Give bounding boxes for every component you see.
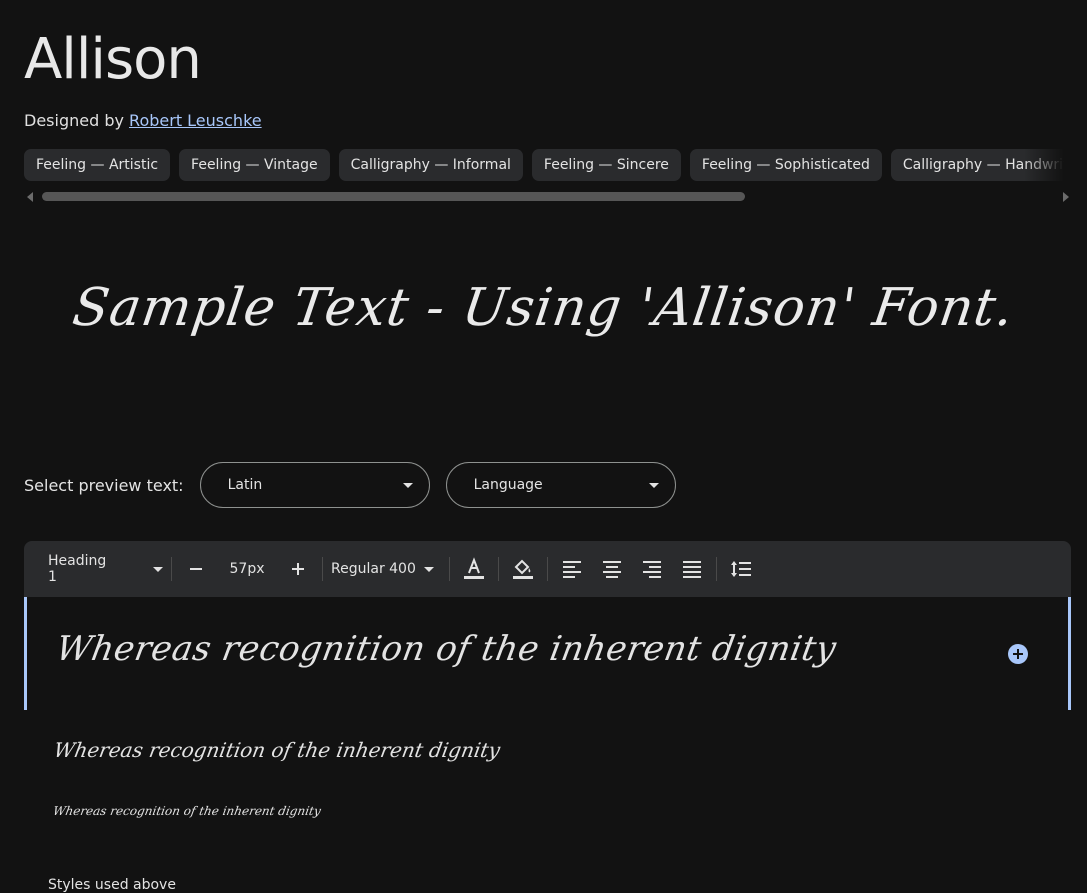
chevron-down-icon [648, 483, 659, 488]
chevron-down-icon [153, 566, 163, 572]
preview-line-medium-text[interactable]: Whereas recognition of the inherent dign… [52, 738, 502, 762]
script-select[interactable]: Latin [199, 462, 430, 508]
language-select-value: Language [473, 477, 543, 493]
align-justify-icon [683, 561, 701, 578]
tag-chip[interactable]: Feeling — Sophisticated [689, 149, 882, 181]
preview-line-small-text[interactable]: Whereas recognition of the inherent dign… [52, 804, 322, 818]
tag-chip[interactable]: Calligraphy — Informal [338, 149, 523, 181]
toolbar-divider [322, 557, 323, 581]
styles-used-heading: Styles used above [48, 877, 176, 893]
align-left-icon [563, 561, 581, 578]
align-right-icon [643, 561, 661, 578]
line-height-button[interactable] [725, 553, 757, 585]
plus-icon [1013, 649, 1023, 659]
chevron-down-icon [402, 483, 413, 488]
toolbar-divider [498, 557, 499, 581]
preview-editor: Whereas recognition of the inherent dign… [24, 597, 1071, 852]
font-size-value[interactable]: 57px [212, 561, 282, 577]
scroll-right-arrow-icon[interactable] [1063, 192, 1069, 202]
toolbar-divider [547, 557, 548, 581]
decrease-size-button[interactable] [180, 553, 212, 585]
preview-text-selector: Select preview text: Latin Language [24, 461, 692, 509]
toolbar-divider [716, 557, 717, 581]
fill-bucket-icon [513, 559, 533, 579]
preview-line-medium[interactable]: Whereas recognition of the inherent dign… [24, 710, 1071, 782]
toolbar-divider [449, 557, 450, 581]
font-size-text: 57px [229, 561, 265, 577]
text-style-select[interactable]: Heading 1 [48, 553, 163, 585]
align-left-button[interactable] [556, 553, 588, 585]
chevron-down-icon [423, 566, 434, 572]
editor-toolbar: Heading 1 57px Regular 400 [24, 541, 1071, 597]
tag-chip[interactable]: Feeling — Artistic [24, 149, 171, 181]
scroll-left-arrow-icon[interactable] [27, 192, 33, 202]
align-center-button[interactable] [596, 553, 628, 585]
toolbar-divider [171, 557, 172, 581]
minus-icon [190, 568, 202, 570]
script-select-value: Latin [227, 477, 263, 493]
line-height-icon [731, 561, 751, 577]
designed-by-label: Designed by [24, 111, 124, 130]
preview-text-label: Select preview text: [24, 475, 184, 495]
align-justify-button[interactable] [676, 553, 708, 585]
designer-link[interactable]: Robert Leuschke [129, 111, 262, 130]
preview-line-large-text[interactable]: Whereas recognition of the inherent dign… [53, 629, 839, 669]
designer-line: Designed by Robert Leuschke [24, 110, 262, 132]
font-title: Allison [24, 27, 202, 92]
font-weight-value: Regular 400 [331, 561, 416, 577]
align-right-button[interactable] [636, 553, 668, 585]
highlight-color-button[interactable] [507, 553, 539, 585]
language-select[interactable]: Language [445, 462, 676, 508]
tag-list: Feeling — Artistic Feeling — Vintage Cal… [24, 149, 1064, 183]
hero-sample-text: Sample Text - Using 'Allison' Font. [69, 278, 1018, 338]
tags-scrollbar[interactable] [24, 190, 1072, 204]
tag-chip[interactable]: Feeling — Vintage [179, 149, 330, 181]
add-style-button[interactable] [1008, 644, 1028, 664]
tag-chip[interactable]: Feeling — Sincere [531, 149, 681, 181]
text-color-icon [464, 557, 484, 579]
increase-size-button[interactable] [282, 553, 314, 585]
align-center-icon [603, 561, 621, 578]
tags-fade-overlay [1024, 149, 1064, 183]
scrollbar-thumb[interactable] [42, 192, 745, 201]
plus-icon [292, 563, 304, 575]
text-color-button[interactable] [458, 553, 490, 585]
font-specimen-page: Allison Designed by Robert Leuschke Feel… [0, 0, 1087, 893]
preview-line-large[interactable]: Whereas recognition of the inherent dign… [24, 597, 1071, 710]
text-style-value: Heading 1 [48, 553, 107, 585]
preview-line-small[interactable]: Whereas recognition of the inherent dign… [24, 782, 1071, 852]
font-weight-select[interactable]: Regular 400 [331, 561, 441, 577]
